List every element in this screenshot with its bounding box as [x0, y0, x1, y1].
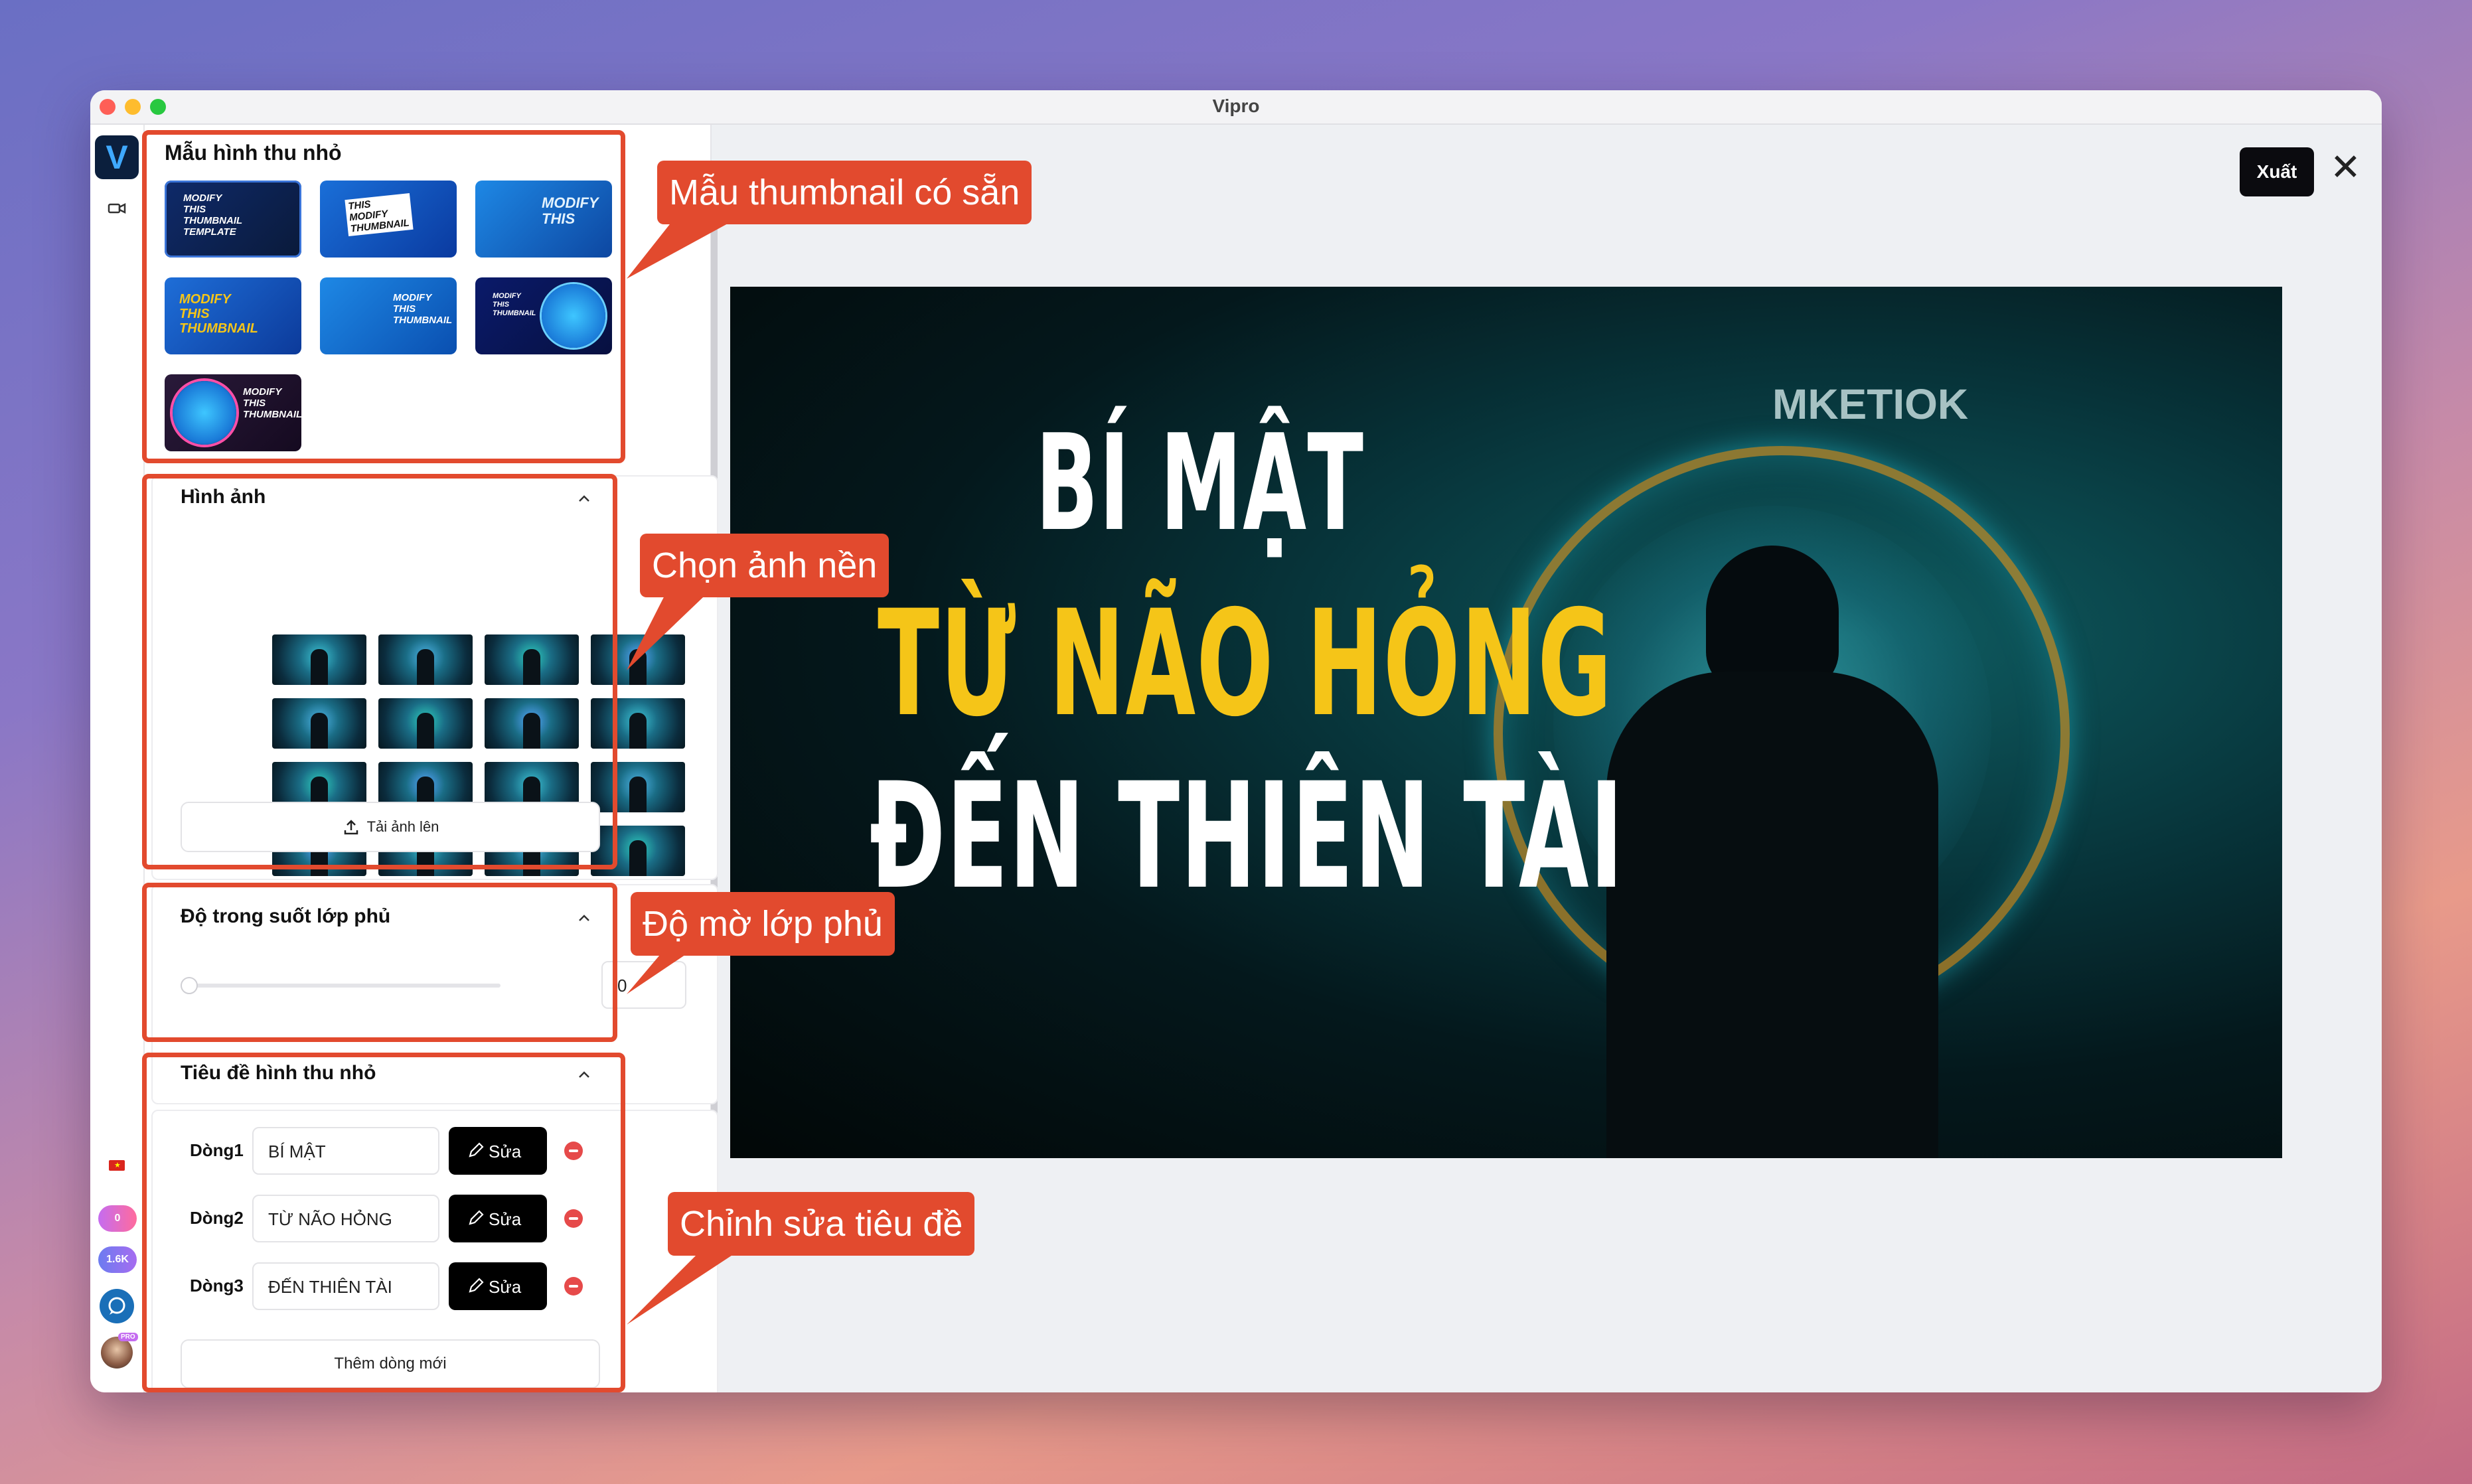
images-highlight: [142, 474, 617, 869]
export-button[interactable]: Xuất: [2240, 147, 2314, 196]
preview-bg-logo: MKETIOK: [1772, 380, 1969, 428]
thumb-figure: [629, 713, 647, 749]
preview-line-2: TỪ NÃO HỎNG: [878, 579, 1613, 749]
video-camera-icon[interactable]: [105, 196, 129, 220]
followers-badge[interactable]: 1.6K: [98, 1246, 137, 1273]
preview-person-silhouette: [1706, 546, 1839, 692]
callout-edit-title: Chỉnh sửa tiêu đề: [668, 1192, 975, 1256]
pro-badge: PRO: [118, 1333, 138, 1341]
language-flag-icon[interactable]: ★: [109, 1160, 125, 1171]
thumbnail-preview: MKETIOK BÍ MẬT TỪ NÃO HỎNG ĐẾN THIÊN TÀI: [730, 287, 2282, 1158]
callout-background: Chọn ảnh nền: [640, 534, 889, 597]
chat-icon[interactable]: [100, 1289, 134, 1323]
icon-rail: V ★ 0 1.6K PRO: [90, 125, 145, 1392]
preview-person-body: [1606, 672, 1938, 1158]
app-logo[interactable]: V: [95, 135, 139, 179]
thumb-figure: [629, 777, 647, 812]
callout-templates: Mẫu thumbnail có sẵn: [657, 161, 1032, 224]
titles-highlight: [142, 1053, 625, 1392]
thumb-figure: [629, 840, 647, 876]
preview-line-3: ĐẾN THIÊN TÀI: [870, 751, 1624, 921]
close-icon[interactable]: ✕: [2330, 149, 2361, 186]
callout-overlay: Độ mờ lớp phủ: [631, 892, 895, 956]
credits-badge[interactable]: 0: [98, 1205, 137, 1232]
templates-highlight: [142, 130, 625, 463]
window-title: Vipro: [1212, 96, 1260, 116]
thumb-figure: [629, 649, 647, 685]
preview-line-1: BÍ MẬT: [1036, 406, 1365, 561]
avatar[interactable]: PRO: [101, 1333, 138, 1369]
overlay-highlight: [142, 883, 617, 1042]
title-bar: Vipro: [90, 90, 2382, 125]
